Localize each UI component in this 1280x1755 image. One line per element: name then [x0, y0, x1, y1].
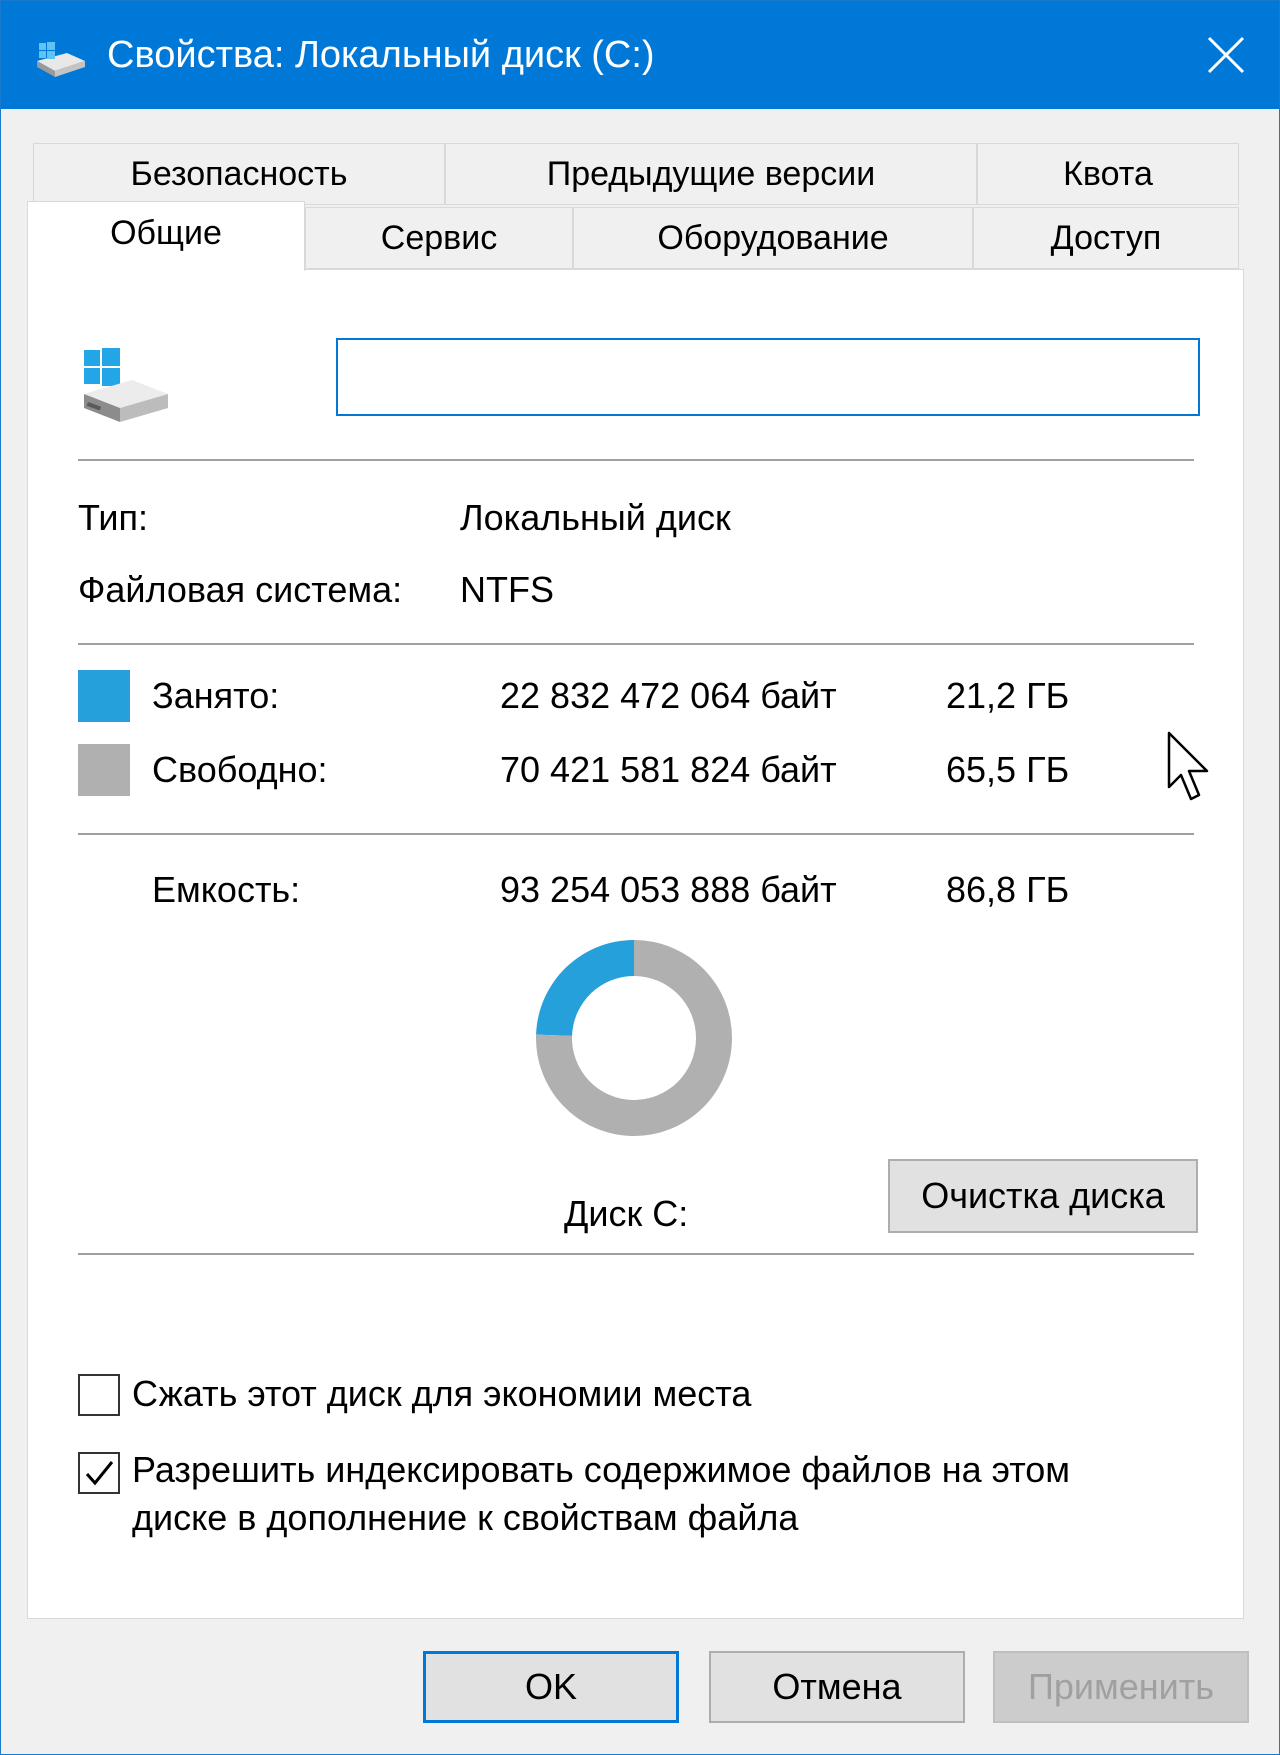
- tab-label: Предыдущие версии: [546, 154, 876, 193]
- properties-dialog: Свойства: Локальный диск (C:) Безопаснос…: [0, 0, 1280, 1755]
- tab-label: Оборудование: [657, 218, 889, 257]
- apply-button[interactable]: Применить: [993, 1651, 1249, 1723]
- tab-label: Квота: [1063, 154, 1153, 193]
- used-space-label: Занято:: [152, 675, 280, 716]
- disk-cleanup-label: Очистка диска: [921, 1175, 1165, 1216]
- tab-tools[interactable]: Сервис: [305, 207, 573, 269]
- used-space-swatch: [78, 670, 130, 722]
- tab-quota[interactable]: Квота: [977, 143, 1239, 205]
- tab-general[interactable]: Общие: [27, 201, 305, 271]
- used-space-size: 21,2 ГБ: [946, 675, 1070, 716]
- free-space-swatch: [78, 744, 130, 796]
- tab-label: Сервис: [380, 218, 498, 257]
- window-title: Свойства: Локальный диск (C:): [107, 34, 655, 76]
- compress-drive-checkbox[interactable]: [78, 1374, 120, 1416]
- donut-slice-used: [536, 940, 634, 1036]
- capacity-size: 86,8 ГБ: [946, 869, 1070, 910]
- tab-panel-general: Тип: Локальный диск Файловая система: NT…: [27, 269, 1244, 1619]
- disk-cleanup-button[interactable]: Очистка диска: [888, 1159, 1198, 1233]
- tab-label: Безопасность: [130, 154, 348, 193]
- apply-label: Применить: [1027, 1666, 1214, 1707]
- used-space-bytes: 22 832 472 064 байт: [500, 675, 837, 716]
- index-contents-label-line1: Разрешить индексировать содержимое файло…: [132, 1449, 1071, 1490]
- file-system-label: Файловая система:: [78, 569, 403, 610]
- separator: [78, 1253, 1194, 1255]
- separator: [78, 833, 1194, 835]
- free-space-bytes: 70 421 581 824 байт: [500, 749, 837, 790]
- index-contents-label-line2: диске в дополнение к свойствам файла: [132, 1497, 799, 1538]
- volume-label-input[interactable]: [336, 338, 1200, 416]
- mouse-cursor-icon: [1167, 731, 1209, 801]
- capacity-label: Емкость:: [152, 869, 301, 910]
- capacity-bytes: 93 254 053 888 байт: [500, 869, 837, 910]
- drive-windows-icon: [84, 348, 168, 422]
- title-bar[interactable]: Свойства: Локальный диск (C:): [1, 1, 1279, 109]
- tab-hardware[interactable]: Оборудование: [573, 207, 973, 269]
- drive-icon: [37, 42, 85, 77]
- close-button[interactable]: [1173, 1, 1279, 109]
- tab-label: Общие: [110, 214, 222, 252]
- index-contents-checkbox[interactable]: [78, 1452, 120, 1494]
- separator: [78, 643, 1194, 645]
- tab-label: Доступ: [1050, 218, 1162, 257]
- ok-label: OK: [524, 1666, 577, 1707]
- tab-previous-versions[interactable]: Предыдущие версии: [445, 143, 977, 205]
- cancel-button[interactable]: Отмена: [709, 1651, 965, 1723]
- close-icon: [1207, 36, 1245, 74]
- free-space-label: Свободно:: [152, 749, 328, 790]
- compress-drive-label: Сжать этот диск для экономии места: [132, 1373, 752, 1414]
- cancel-label: Отмена: [772, 1666, 902, 1707]
- tab-sharing[interactable]: Доступ: [973, 207, 1239, 269]
- ok-button[interactable]: OK: [423, 1651, 679, 1723]
- disk-usage-donut-chart: [536, 940, 732, 1136]
- disk-caption: Диск C:: [564, 1193, 689, 1234]
- free-space-size: 65,5 ГБ: [946, 749, 1070, 790]
- file-system-value: NTFS: [460, 569, 554, 610]
- type-label: Тип:: [78, 497, 149, 538]
- type-value: Локальный диск: [460, 497, 731, 538]
- separator: [78, 459, 1194, 461]
- tab-security[interactable]: Безопасность: [33, 143, 445, 205]
- checkmark-icon: [85, 1461, 114, 1486]
